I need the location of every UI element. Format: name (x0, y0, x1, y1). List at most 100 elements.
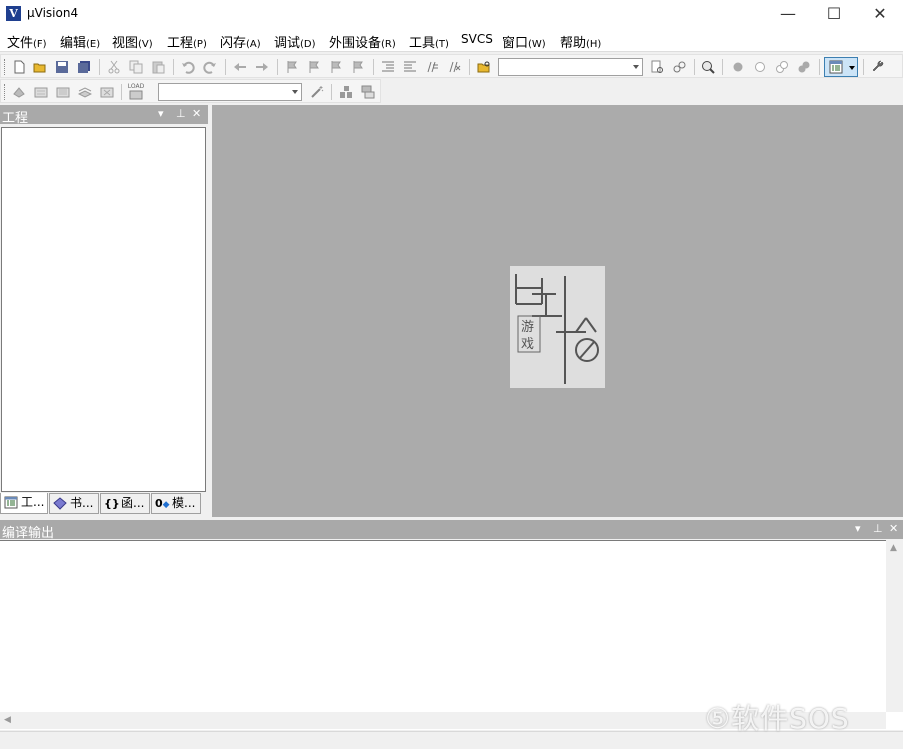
tab-functions[interactable]: {} 函... (100, 493, 150, 514)
bookmark-button[interactable] (283, 58, 301, 76)
menu-peripherals[interactable]: 外围设备(R) (329, 32, 396, 51)
copy-button[interactable] (127, 58, 145, 76)
load-label: LOAD (127, 83, 145, 90)
toolbar-grip[interactable] (4, 84, 7, 100)
menu-accel: (E) (86, 39, 101, 50)
menu-edit[interactable]: 编辑(E) (60, 32, 100, 51)
toolbar-separator (121, 84, 122, 100)
comment-button[interactable] (423, 58, 441, 76)
disable-all-breakpoints-button[interactable] (773, 58, 791, 76)
menu-accel: (V) (138, 39, 153, 50)
menu-label: 编辑 (60, 36, 87, 51)
window-layout-button[interactable] (824, 57, 858, 77)
open-file-button[interactable] (31, 58, 49, 76)
scroll-up-icon[interactable]: ▲ (890, 543, 897, 553)
kill-all-breakpoints-button[interactable] (795, 58, 813, 76)
stop-build-button[interactable] (98, 83, 116, 101)
minimize-button[interactable]: — (765, 0, 811, 28)
close-button[interactable]: ✕ (857, 0, 903, 28)
menu-tools[interactable]: 工具(T) (409, 32, 449, 51)
menu-file[interactable]: 文件(F) (7, 32, 47, 51)
undo-button[interactable] (179, 58, 197, 76)
target-options-button[interactable] (308, 83, 326, 101)
unindent-button[interactable] (401, 58, 419, 76)
redo-button[interactable] (201, 58, 219, 76)
output-panel-header: 编译输出 ▾ ⊥ ✕ (0, 520, 903, 541)
nav-back-button[interactable] (231, 58, 249, 76)
toolbar-separator (722, 59, 723, 75)
wrench-icon (872, 60, 884, 72)
panel-close-button[interactable]: ✕ (889, 522, 898, 535)
editor-area[interactable]: 游 戏 (212, 105, 903, 517)
panel-pin-button[interactable]: ⊥ (176, 107, 186, 120)
menu-view[interactable]: 视图(V) (112, 32, 153, 51)
menu-label: 外围设备 (329, 36, 382, 51)
menu-label: 视图 (112, 36, 139, 51)
menu-label: SVCS (461, 32, 493, 46)
toolbar-separator (225, 59, 226, 75)
maximize-button[interactable]: ☐ (811, 0, 857, 28)
nav-forward-button[interactable] (253, 58, 271, 76)
menu-help[interactable]: 帮助(H) (560, 32, 601, 51)
find-folder-icon (477, 61, 490, 73)
panel-menu-button[interactable]: ▾ (855, 522, 861, 535)
translate-button[interactable] (10, 83, 28, 101)
indent-button[interactable] (379, 58, 397, 76)
insert-breakpoint-button[interactable] (729, 58, 747, 76)
next-bookmark-button[interactable] (327, 58, 345, 76)
unindent-icon (404, 61, 416, 72)
find-replace-button[interactable] (670, 58, 688, 76)
toolbar-separator (819, 59, 820, 75)
batch-build-button[interactable] (76, 83, 94, 101)
debug-session-button[interactable] (699, 58, 717, 76)
save-all-button[interactable] (75, 58, 93, 76)
toolbar-grip[interactable] (4, 59, 7, 75)
panel-menu-button[interactable]: ▾ (158, 107, 164, 120)
panel-close-button[interactable]: ✕ (192, 107, 201, 120)
tab-templates[interactable]: 0◆ 模... (151, 493, 201, 514)
open-folder-icon (33, 63, 46, 73)
vertical-scrollbar[interactable]: ▲ (886, 540, 903, 712)
toolbar-separator (331, 84, 332, 100)
configure-button[interactable] (869, 58, 887, 76)
build-toolbar: LOAD (0, 79, 381, 103)
project-tree[interactable] (1, 127, 206, 492)
tab-project[interactable]: 工... (0, 493, 48, 514)
rebuild-button[interactable] (54, 83, 72, 101)
save-button[interactable] (53, 58, 71, 76)
menu-window[interactable]: 窗口(W) (502, 32, 546, 51)
clear-bookmarks-button[interactable] (349, 58, 367, 76)
find-in-files-button[interactable] (475, 58, 493, 76)
menu-project[interactable]: 工程(P) (167, 32, 207, 51)
translate-icon (13, 87, 25, 98)
save-all-icon (78, 61, 90, 73)
tab-books[interactable]: 书... (49, 493, 99, 514)
cut-button[interactable] (105, 58, 123, 76)
toolbar-separator (173, 59, 174, 75)
arrow-left-icon (234, 63, 246, 71)
find-combo[interactable] (498, 58, 643, 76)
output-panel-title: 编译输出 (2, 526, 55, 541)
incremental-find-button[interactable] (648, 58, 666, 76)
menu-debug[interactable]: 调试(D) (274, 32, 316, 51)
logo-text-bottom: 戏 (521, 337, 535, 352)
project-panel-tabs: 工... 书... {} 函... 0◆ 模... (0, 493, 208, 515)
kill-breakpoints-icon (798, 61, 810, 73)
target-combo[interactable] (158, 83, 302, 101)
enable-breakpoint-button[interactable] (751, 58, 769, 76)
build-button[interactable] (32, 83, 50, 101)
scroll-left-icon[interactable]: ◀ (4, 715, 11, 725)
menu-flash[interactable]: 闪存(A) (220, 32, 261, 51)
new-file-button[interactable] (10, 58, 28, 76)
paste-button[interactable] (149, 58, 167, 76)
app-icon[interactable]: V (6, 6, 21, 21)
file-extensions-button[interactable] (359, 83, 377, 101)
uncomment-button[interactable] (445, 58, 463, 76)
bookmark-flag-icon (287, 61, 297, 73)
panel-pin-button[interactable]: ⊥ (873, 522, 883, 535)
menu-svcs[interactable]: SVCS (461, 32, 493, 47)
download-button[interactable]: LOAD (127, 83, 145, 101)
manage-components-button[interactable] (337, 83, 355, 101)
books-icon (53, 497, 67, 510)
prev-bookmark-button[interactable] (305, 58, 323, 76)
